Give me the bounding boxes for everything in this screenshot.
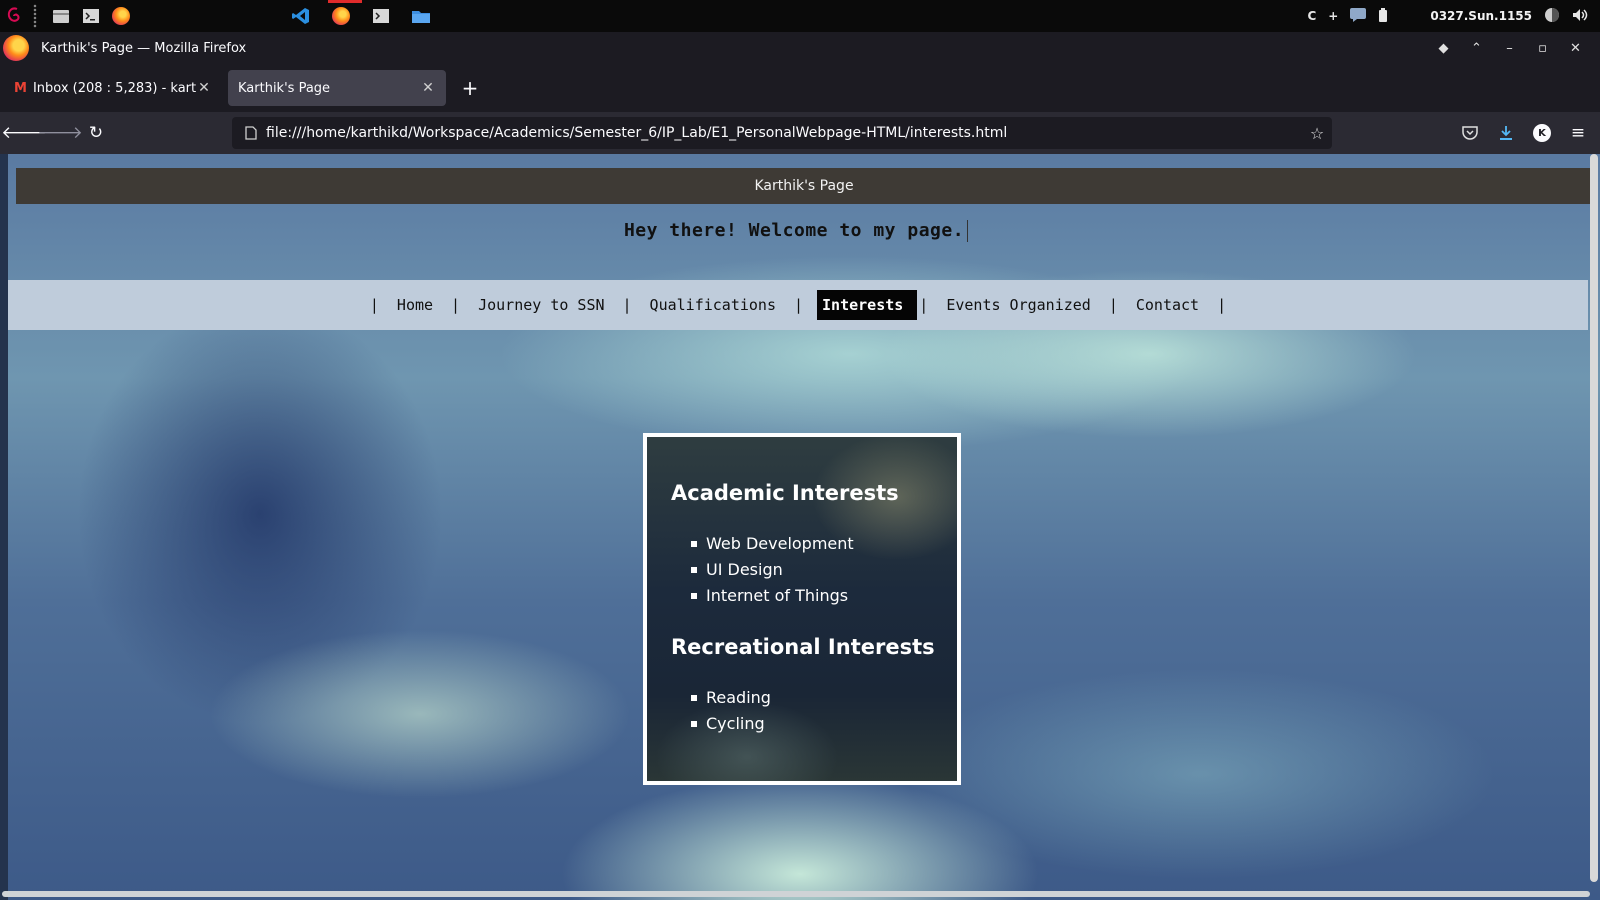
active-task-indicator: [328, 0, 362, 3]
page-left-edge: [0, 154, 8, 900]
panel-separator: [32, 4, 38, 28]
volume-tray-icon[interactable]: [1572, 8, 1588, 25]
bullet-icon: [691, 695, 697, 701]
account-avatar: K: [1533, 124, 1551, 142]
text-caret: [967, 220, 969, 242]
reload-button[interactable]: ↻: [78, 117, 114, 149]
menu-link-home[interactable]: Home: [393, 291, 437, 319]
menu-separator: |: [369, 296, 379, 314]
menu-link-interests[interactable]: Interests: [817, 290, 918, 320]
menu-separator: |: [793, 296, 804, 314]
menu-separator: |: [919, 296, 929, 314]
url-bar[interactable]: file:///home/karthikd/Workspace/Academic…: [232, 117, 1332, 149]
firefox-launcher-icon[interactable]: [108, 4, 134, 28]
recreational-interests-list: Reading Cycling: [691, 685, 957, 737]
gmail-icon: M: [14, 80, 27, 96]
list-item-text: Reading: [706, 688, 771, 707]
terminal-task-icon[interactable]: [368, 4, 394, 28]
menu-separator: |: [622, 296, 632, 314]
tray-letter: C: [1307, 9, 1317, 23]
os-top-panel: C + 0327.Sun.1155: [0, 0, 1600, 32]
vertical-scrollbar[interactable]: [1590, 154, 1598, 882]
bullet-icon: [691, 721, 697, 727]
window-titlebar: Karthik's Page — Mozilla Firefox ◆ ⌃ – ▫…: [0, 32, 1600, 64]
list-item: Reading: [691, 685, 957, 711]
pin-window-button[interactable]: ◆: [1427, 34, 1460, 62]
tab-strip: M Inbox (208 : 5,283) - karthikd ✕ Karth…: [0, 64, 1600, 112]
close-window-button[interactable]: ✕: [1559, 34, 1592, 62]
academic-interests-list: Web Development UI Design Internet of Th…: [691, 531, 957, 609]
downloads-icon[interactable]: [1488, 117, 1524, 149]
list-item-text: UI Design: [706, 560, 783, 579]
brightness-tray-icon[interactable]: [1544, 7, 1560, 26]
welcome-heading: Hey there! Welcome to my page.: [8, 220, 1584, 242]
shade-window-button[interactable]: ⌃: [1460, 34, 1493, 62]
close-tab-icon[interactable]: ✕: [196, 80, 212, 96]
vscode-task-icon[interactable]: [288, 4, 314, 28]
menu-link-contact[interactable]: Contact: [1132, 291, 1203, 319]
debian-logo-icon[interactable]: [4, 4, 26, 28]
terminal-launcher-icon[interactable]: [78, 4, 104, 28]
minimize-button[interactable]: –: [1493, 34, 1526, 62]
list-item-text: Cycling: [706, 714, 765, 733]
horizontal-scrollbar[interactable]: [2, 891, 1590, 897]
firefox-task-icon[interactable]: [328, 4, 354, 28]
tab-inbox[interactable]: M Inbox (208 : 5,283) - karthikd ✕: [4, 70, 222, 106]
list-item: Internet of Things: [691, 583, 957, 609]
close-tab-icon[interactable]: ✕: [420, 80, 436, 96]
tray-plus[interactable]: +: [1328, 9, 1338, 23]
list-item-text: Web Development: [706, 534, 854, 553]
bookmark-star-icon[interactable]: ☆: [1302, 124, 1332, 143]
tab-karthiks-page[interactable]: Karthik's Page ✕: [228, 70, 446, 106]
site-header-title: Karthik's Page: [754, 178, 854, 194]
bullet-icon: [691, 593, 697, 599]
interests-card: Academic Interests Web Development UI De…: [643, 433, 961, 785]
window-title: Karthik's Page — Mozilla Firefox: [41, 40, 247, 56]
firefox-logo-icon: [3, 35, 29, 61]
list-item: UI Design: [691, 557, 957, 583]
file-manager-launcher-icon[interactable]: [48, 4, 74, 28]
page-icon: [236, 126, 266, 140]
bullet-icon: [691, 541, 697, 547]
site-header: Karthik's Page: [16, 168, 1592, 204]
pocket-icon[interactable]: [1452, 117, 1488, 149]
new-tab-button[interactable]: +: [456, 74, 484, 102]
url-text[interactable]: file:///home/karthikd/Workspace/Academic…: [266, 125, 1302, 141]
chat-tray-icon[interactable]: [1350, 7, 1367, 25]
menu-link-qualifications[interactable]: Qualifications: [646, 291, 780, 319]
list-item: Cycling: [691, 711, 957, 737]
tab-label: Karthik's Page: [238, 80, 331, 96]
navigation-toolbar: 🡐 🡒 ↻ file:///home/karthikd/Workspace/Ac…: [0, 112, 1600, 154]
clock[interactable]: 0327.Sun.1155: [1430, 9, 1532, 23]
battery-tray-icon[interactable]: [1378, 7, 1388, 25]
menu-link-events[interactable]: Events Organized: [942, 291, 1095, 319]
page-viewport: Karthik's Page Hey there! Welcome to my …: [0, 154, 1600, 900]
folder-task-icon[interactable]: [408, 4, 434, 28]
menu-link-journey[interactable]: Journey to SSN: [474, 291, 608, 319]
academic-interests-heading: Academic Interests: [671, 481, 899, 505]
tab-label: Inbox (208 : 5,283) - karthikd: [32, 80, 196, 96]
menu-separator: |: [451, 296, 461, 314]
menu-separator: |: [1217, 296, 1227, 314]
site-menu: | Home | Journey to SSN | Qualifications…: [8, 280, 1588, 330]
bullet-icon: [691, 567, 697, 573]
hamburger-menu-icon[interactable]: ≡: [1560, 117, 1596, 149]
list-item-text: Internet of Things: [706, 586, 849, 605]
list-item: Web Development: [691, 531, 957, 557]
maximize-button[interactable]: ▫: [1526, 34, 1559, 62]
recreational-interests-heading: Recreational Interests: [671, 635, 935, 659]
welcome-text: Hey there! Welcome to my page.: [623, 220, 965, 241]
forward-button[interactable]: 🡒: [37, 117, 83, 149]
account-button[interactable]: K: [1524, 117, 1560, 149]
menu-separator: |: [1108, 296, 1118, 314]
